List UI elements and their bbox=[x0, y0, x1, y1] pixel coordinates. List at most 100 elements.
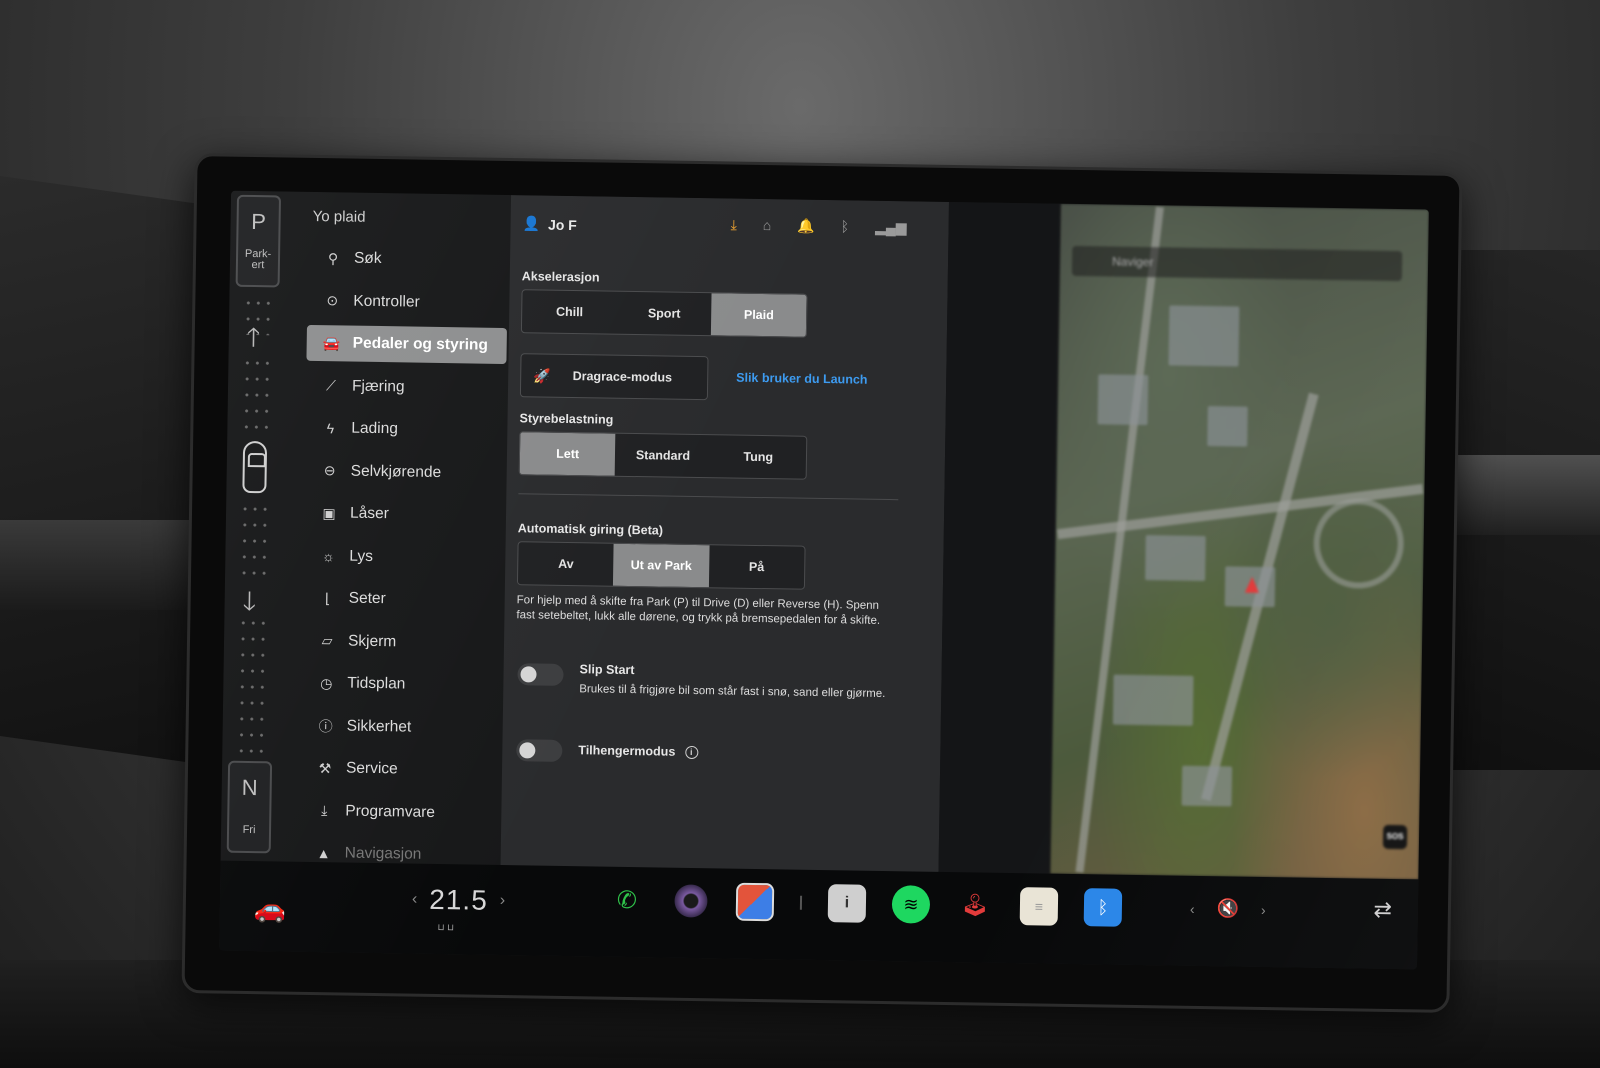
sidebar-item-label: Navigasjon bbox=[344, 844, 422, 863]
gear-dots bbox=[238, 500, 271, 586]
sidebar-item-service[interactable]: ⚒ Service bbox=[300, 750, 501, 789]
settings-panel: 👤 Jo F ⤓ ⌂ 🔔 ᛒ ▂▄▆ Akselerasjon Chill Sp… bbox=[500, 195, 950, 882]
bell-icon[interactable]: 🔔 bbox=[797, 218, 815, 235]
car-location-marker-icon bbox=[1244, 576, 1260, 593]
manual-icon[interactable]: i bbox=[827, 884, 867, 923]
trailer-mode-row: Tilhengermodus i bbox=[578, 743, 698, 760]
media-controls: ‹ 🔇 › bbox=[1190, 898, 1266, 920]
steering-option-standard[interactable]: Standard bbox=[615, 434, 711, 477]
launch-help-link[interactable]: Slik bruker du Launch bbox=[736, 371, 867, 387]
sidebar-item-label: Selvkjørende bbox=[350, 462, 442, 481]
map-view[interactable]: Naviger SOS bbox=[1050, 203, 1429, 880]
acceleration-option-plaid[interactable]: Plaid bbox=[711, 293, 807, 337]
steering-option-heavy[interactable]: Tung bbox=[710, 435, 806, 478]
slip-start-label: Slip Start bbox=[579, 662, 635, 678]
drag-race-mode-button[interactable]: 🚀 Dragrace-modus bbox=[519, 353, 709, 401]
car-top-view-icon bbox=[242, 440, 268, 494]
sidebar-item-software[interactable]: ⤓ Programvare bbox=[299, 792, 500, 831]
dashboard-left-panel bbox=[0, 175, 200, 765]
top-status-bar: 👤 Jo F ⤓ ⌂ 🔔 ᛒ ▂▄▆ bbox=[510, 213, 948, 248]
swap-icon[interactable]: ⇄ bbox=[1373, 897, 1392, 923]
sidebar-item-seats[interactable]: ⌊ Seter bbox=[302, 580, 503, 619]
joystick-icon[interactable]: 🕹 bbox=[956, 886, 995, 925]
info-icon[interactable]: i bbox=[684, 746, 698, 760]
lightning-icon: ϟ bbox=[326, 420, 335, 437]
sidebar-item-charging[interactable]: ϟ Lading bbox=[305, 410, 506, 449]
map-building bbox=[1181, 765, 1233, 807]
driver-profile[interactable]: 👤 Jo F bbox=[522, 215, 576, 233]
camera-icon[interactable] bbox=[671, 881, 711, 921]
gear-selector[interactable]: P Park- ert 🡑 🡓 N Fri bbox=[226, 194, 283, 856]
notes-icon[interactable]: ≡ bbox=[1019, 887, 1059, 926]
steering-label: Styrebelastning bbox=[519, 411, 614, 427]
gear-park-letter: P bbox=[251, 208, 267, 235]
settings-sidebar: Yo plaid ⚲ Søk ⊙ Kontroller 🚘 Pedaler og… bbox=[298, 202, 508, 875]
sidebar-item-schedule[interactable]: ◷ Tidsplan bbox=[301, 665, 502, 704]
sos-button[interactable]: SOS bbox=[1382, 824, 1408, 850]
car-icon: 🚘 bbox=[322, 334, 341, 351]
climate-temperature[interactable]: ‹ 21.5 › bbox=[400, 883, 518, 917]
alert-icon: ⓘ bbox=[318, 717, 333, 734]
toggle-knob bbox=[520, 666, 537, 683]
sidebar-item-lights[interactable]: ☼ Lys bbox=[303, 537, 504, 576]
bluetooth-icon[interactable]: ᛒ bbox=[841, 218, 850, 235]
drag-race-mode-label: Dragrace-modus bbox=[572, 369, 673, 385]
section-divider bbox=[518, 493, 899, 501]
toybox-icon[interactable] bbox=[735, 882, 775, 922]
garage-icon[interactable]: ⌂ bbox=[763, 217, 772, 234]
previous-icon[interactable]: ‹ bbox=[1190, 900, 1195, 916]
gear-neutral-label: Fri bbox=[242, 823, 256, 837]
dashboard-right-trim bbox=[1450, 455, 1600, 535]
steering-option-light[interactable]: Lett bbox=[519, 432, 616, 476]
acceleration-option-chill[interactable]: Chill bbox=[522, 290, 617, 333]
auto-shift-selector[interactable]: Av Ut av Park På bbox=[516, 541, 806, 590]
sidebar-item-display[interactable]: ▱ Skjerm bbox=[302, 622, 503, 661]
sidebar-item-locks[interactable]: ▣ Låser bbox=[304, 495, 505, 534]
steering-icon: ⊖ bbox=[323, 462, 336, 479]
acceleration-selector[interactable]: Chill Sport Plaid bbox=[520, 289, 808, 338]
volume-muted-icon[interactable]: 🔇 bbox=[1216, 898, 1239, 919]
clock-icon: ◷ bbox=[320, 674, 333, 691]
auto-shift-option-off[interactable]: Av bbox=[518, 542, 614, 585]
acceleration-label: Akselerasjon bbox=[521, 269, 600, 285]
gear-dots bbox=[236, 614, 269, 756]
rocket-icon: 🚀 bbox=[533, 366, 551, 384]
download-icon: ⤓ bbox=[321, 802, 328, 819]
map-building bbox=[1207, 406, 1248, 447]
acceleration-option-sport[interactable]: Sport bbox=[617, 292, 712, 335]
spotify-icon[interactable]: ≋ bbox=[891, 885, 931, 924]
temp-increase-icon[interactable]: › bbox=[500, 892, 506, 910]
gear-neutral[interactable]: N Fri bbox=[226, 760, 273, 854]
sidebar-item-safety[interactable]: ⓘ Sikkerhet bbox=[300, 707, 501, 746]
download-icon[interactable]: ⤓ bbox=[731, 217, 737, 234]
gear-park[interactable]: P Park- ert bbox=[235, 194, 282, 288]
sidebar-item-controls[interactable]: ⊙ Kontroller bbox=[307, 282, 508, 321]
map-building bbox=[1097, 374, 1149, 426]
map-building bbox=[1168, 305, 1240, 367]
auto-shift-option-out-of-park[interactable]: Ut av Park bbox=[613, 543, 710, 588]
next-icon[interactable]: › bbox=[1261, 901, 1266, 917]
sidebar-item-label: Skjerm bbox=[347, 632, 397, 650]
sidebar-item-label: Service bbox=[345, 759, 398, 778]
sidebar-item-pedals-steering[interactable]: 🚘 Pedaler og styring bbox=[306, 324, 507, 365]
sidebar-item-suspension[interactable]: ⟋ Fjæring bbox=[306, 367, 507, 406]
sidebar-item-label: Tidsplan bbox=[347, 674, 406, 693]
suspension-icon: ⟋ bbox=[326, 377, 337, 394]
temp-decrease-icon[interactable]: ‹ bbox=[412, 891, 418, 909]
phone-icon[interactable]: ✆ bbox=[608, 881, 647, 920]
slip-start-toggle[interactable] bbox=[517, 663, 564, 686]
person-icon: 👤 bbox=[522, 215, 541, 232]
seat-heater-icon[interactable]: ⊔ ⊔ bbox=[437, 922, 454, 933]
bluetooth-icon[interactable]: ᛒ bbox=[1083, 888, 1123, 927]
sidebar-item-autopilot[interactable]: ⊖ Selvkjørende bbox=[304, 452, 505, 491]
bottom-dock: 🚗 ‹ 21.5 › ⊔ ⊔ ✆ i ≋ 🕹 ≡ ᛒ ‹ 🔇 › ⇄ bbox=[219, 860, 1419, 970]
map-roundabout bbox=[1312, 497, 1405, 590]
sidebar-item-search[interactable]: ⚲ Søk bbox=[308, 240, 509, 279]
sidebar-item-label: Låser bbox=[349, 504, 389, 523]
trailer-mode-toggle[interactable] bbox=[516, 739, 563, 762]
sidebar-item-label: Seter bbox=[348, 589, 386, 608]
map-search-field[interactable]: Naviger bbox=[1071, 245, 1403, 282]
car-icon[interactable]: 🚗 bbox=[254, 893, 287, 925]
steering-selector[interactable]: Lett Standard Tung bbox=[518, 431, 808, 480]
auto-shift-option-on[interactable]: På bbox=[709, 545, 805, 588]
